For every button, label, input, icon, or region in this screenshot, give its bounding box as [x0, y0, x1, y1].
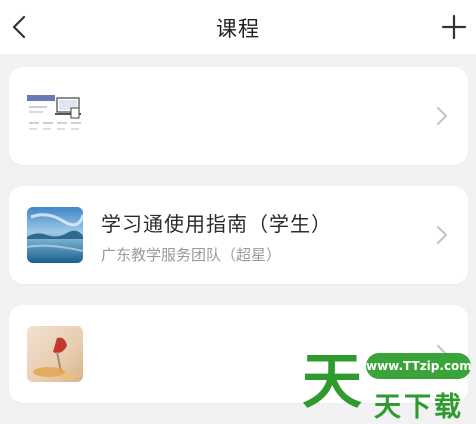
chevron-right-icon	[437, 107, 447, 125]
watermark: 天 www.TTzip.com 天下载	[300, 345, 476, 423]
course-thumbnail	[27, 88, 83, 144]
course-card[interactable]: 学习通使用指南（学生） 广东教学服务团队（超星）	[9, 186, 468, 284]
watermark-big-char: 天	[302, 347, 362, 417]
course-subtitle: 广东教学服务团队（超星）	[101, 246, 282, 264]
top-bar: 课程	[0, 0, 476, 54]
course-thumbnail	[27, 207, 83, 263]
chevron-right-icon	[437, 226, 447, 244]
watermark-url: www.TTzip.com	[366, 353, 472, 379]
course-thumbnail	[27, 326, 83, 382]
page-title: 课程	[216, 17, 260, 41]
course-card[interactable]	[9, 67, 468, 165]
watermark-text: 天下载	[374, 392, 464, 423]
course-title: 学习通使用指南（学生）	[101, 212, 332, 236]
add-icon[interactable]	[440, 13, 468, 41]
